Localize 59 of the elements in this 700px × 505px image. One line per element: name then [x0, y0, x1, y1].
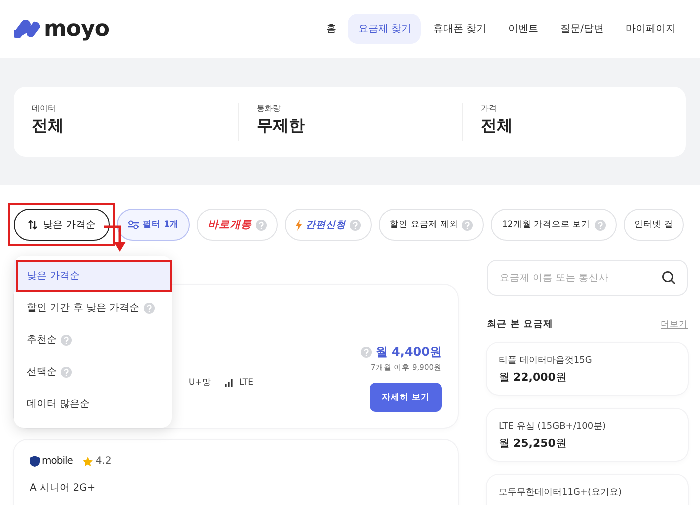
summary-value[interactable]: 전체	[481, 116, 668, 137]
nav-link[interactable]: 이벤트	[498, 14, 549, 44]
plan-price: 월 4,400원	[376, 344, 442, 361]
recent-plan-card[interactable]: LTE 유심 (15GB+/100분) 월 25,250원	[487, 409, 688, 461]
search-icon	[662, 271, 676, 285]
filter-chip[interactable]: 인터넷 결	[624, 209, 684, 241]
filter-chip[interactable]: 간편신청	[285, 209, 372, 241]
nav-link[interactable]: 요금제 찾기	[348, 14, 422, 44]
help-icon	[61, 366, 72, 378]
logo-icon	[14, 20, 40, 38]
sort-icon	[28, 220, 38, 230]
nav-link[interactable]: 질문/답변	[550, 14, 614, 44]
filter-chip[interactable]: 바로개통	[197, 209, 278, 241]
help-icon	[144, 302, 155, 314]
plan-price: 월 25,250원	[499, 436, 568, 451]
recent-plan-card[interactable]: 모두무한데이터11G+(요기요)	[487, 475, 688, 505]
sort-option[interactable]: 데이터 많은순	[14, 388, 172, 420]
summary-value[interactable]: 무제한	[257, 116, 444, 137]
nav-link[interactable]: 휴대폰 찾기	[423, 14, 497, 44]
rating: 4.2	[96, 456, 112, 467]
brand-name: moyo	[44, 16, 110, 42]
help-icon	[594, 220, 606, 230]
search-field[interactable]: 요금제 이름 또는 통신사	[487, 260, 688, 296]
sort-option[interactable]: 추천순	[14, 324, 172, 356]
section-title: 최근 본 요금제	[487, 318, 554, 331]
summary-label: 통화량	[257, 103, 282, 114]
plan-name: A 시니어 2G+	[30, 482, 97, 495]
carrier-name: mobile	[42, 456, 73, 467]
signal-icon	[225, 379, 234, 387]
callout-arrow	[104, 225, 128, 253]
summary-label: 데이터	[32, 103, 57, 114]
filter-chip[interactable]: 필터 1개	[117, 209, 190, 241]
star-icon	[82, 456, 93, 466]
help-icon	[256, 220, 268, 230]
sort-option[interactable]: 선택순	[14, 356, 172, 388]
nav-link[interactable]: 홈	[316, 14, 346, 44]
details-button[interactable]: 자세히 보기	[370, 383, 442, 412]
plan-name: 모두무한데이터11G+(요기요)	[499, 487, 623, 499]
lightning-icon	[296, 220, 302, 230]
help-icon	[360, 347, 372, 358]
sort-option[interactable]: 할인 기간 후 낮은 가격순	[14, 292, 172, 324]
network-generation: LTE	[239, 378, 254, 388]
help-icon	[61, 334, 72, 346]
help-icon	[462, 220, 474, 230]
summary-label: 가격	[481, 103, 498, 114]
help-icon	[350, 220, 362, 230]
plan-name: LTE 유심 (15GB+/100분)	[499, 421, 608, 433]
sliders-icon	[128, 220, 140, 230]
plan-price: 월 22,000원	[499, 370, 568, 385]
sort-option[interactable]: 낮은 가격순	[14, 260, 172, 292]
network-label: U+망	[189, 377, 212, 389]
filter-chip[interactable]: 12개월 가격으로 보기	[491, 209, 617, 241]
summary-value[interactable]: 전체	[32, 116, 220, 137]
nav-link[interactable]: 마이페이지	[616, 14, 686, 44]
shield-icon	[30, 456, 40, 467]
filter-chip[interactable]: 할인 요금제 제외	[379, 209, 484, 241]
recent-plan-card[interactable]: 티플 데이터마음껏15G 월 22,000원	[487, 343, 688, 395]
plan-name: 티플 데이터마음껏15G	[499, 355, 594, 367]
sort-button[interactable]: 낮은 가격순	[14, 209, 110, 241]
